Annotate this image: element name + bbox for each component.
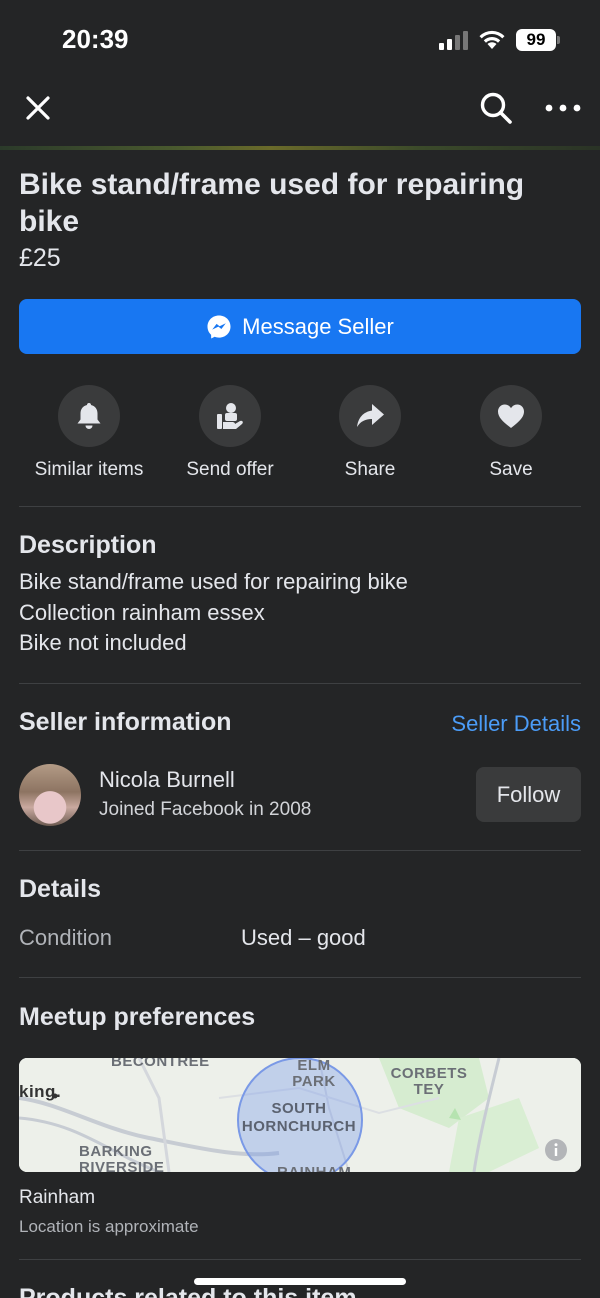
location-note: Location is approximate bbox=[19, 1217, 199, 1236]
seller-info-heading: Seller information bbox=[19, 708, 232, 736]
description-line: Bike not included bbox=[19, 630, 187, 655]
location-name: Rainham bbox=[19, 1187, 96, 1208]
close-button[interactable] bbox=[20, 90, 56, 126]
search-icon bbox=[480, 92, 512, 124]
condition-value: Used – good bbox=[241, 925, 366, 950]
battery-tip bbox=[557, 36, 560, 44]
map-label: CORBETS TEY bbox=[390, 1065, 468, 1098]
top-nav bbox=[0, 80, 600, 148]
close-icon bbox=[26, 96, 50, 120]
wifi-icon bbox=[479, 30, 505, 49]
share-icon bbox=[357, 404, 384, 427]
message-seller-label: Message Seller bbox=[242, 313, 394, 339]
more-icon bbox=[545, 104, 581, 112]
share-circle bbox=[339, 385, 401, 447]
message-seller-button[interactable]: Message Seller bbox=[19, 299, 581, 354]
offer-icon bbox=[217, 403, 243, 429]
related-products-heading: Products related to this item bbox=[19, 1284, 357, 1298]
similar-items-circle bbox=[58, 385, 120, 447]
divider bbox=[19, 683, 581, 684]
send-offer-circle bbox=[199, 385, 261, 447]
bell-icon bbox=[77, 403, 101, 429]
save-circle bbox=[480, 385, 542, 447]
seller-details-link[interactable]: Seller Details bbox=[451, 711, 581, 737]
listing-price: £25 bbox=[19, 244, 61, 272]
divider bbox=[19, 850, 581, 851]
map-label: RAINHAM bbox=[277, 1164, 351, 1172]
heart-icon bbox=[498, 404, 524, 428]
description-line: Collection rainham essex bbox=[19, 600, 265, 625]
meetup-heading: Meetup preferences bbox=[19, 1003, 256, 1031]
description-line: Bike stand/frame used for repairing bike bbox=[19, 569, 408, 594]
map-label: BECONTREE bbox=[111, 1058, 210, 1070]
divider bbox=[19, 1259, 581, 1260]
battery-indicator: 99 bbox=[516, 29, 556, 51]
condition-label: Condition bbox=[19, 925, 112, 950]
send-offer-button[interactable]: Send offer bbox=[155, 385, 305, 481]
similar-items-label: Similar items bbox=[34, 459, 144, 480]
map-label: king. bbox=[19, 1082, 62, 1101]
more-options-button[interactable] bbox=[542, 90, 584, 126]
save-label: Save bbox=[489, 459, 533, 480]
map-label: BARKING RIVERSIDE bbox=[79, 1143, 165, 1173]
similar-items-button[interactable]: Similar items bbox=[14, 385, 164, 481]
map-label: SOUTH HORNCHURCH bbox=[241, 1100, 357, 1135]
map-info-icon[interactable] bbox=[544, 1138, 568, 1162]
details-heading: Details bbox=[19, 875, 101, 903]
follow-button[interactable]: Follow bbox=[476, 767, 581, 822]
status-bar: 20:39 99 bbox=[0, 0, 600, 80]
divider bbox=[19, 977, 581, 978]
save-button[interactable]: Save bbox=[436, 385, 586, 481]
messenger-icon bbox=[207, 315, 231, 338]
share-button[interactable]: Share bbox=[295, 385, 445, 481]
seller-name[interactable]: Nicola Burnell bbox=[99, 767, 235, 793]
send-offer-label: Send offer bbox=[186, 459, 274, 480]
signal-icon bbox=[439, 30, 469, 50]
share-label: Share bbox=[344, 459, 396, 480]
map-label: ELM PARK bbox=[292, 1058, 336, 1090]
search-button[interactable] bbox=[476, 88, 516, 128]
home-indicator[interactable] bbox=[194, 1278, 406, 1285]
description-heading: Description bbox=[19, 531, 157, 559]
seller-joined: Joined Facebook in 2008 bbox=[99, 799, 312, 820]
status-time: 20:39 bbox=[62, 24, 129, 54]
divider bbox=[19, 506, 581, 507]
seller-avatar[interactable] bbox=[19, 764, 81, 826]
listing-photo-edge[interactable] bbox=[0, 146, 600, 150]
listing-title: Bike stand/frame used for repairing bike bbox=[19, 168, 525, 238]
location-map[interactable]: BECONTREE king. BARKING RIVERSIDE ELM PA… bbox=[19, 1058, 581, 1172]
